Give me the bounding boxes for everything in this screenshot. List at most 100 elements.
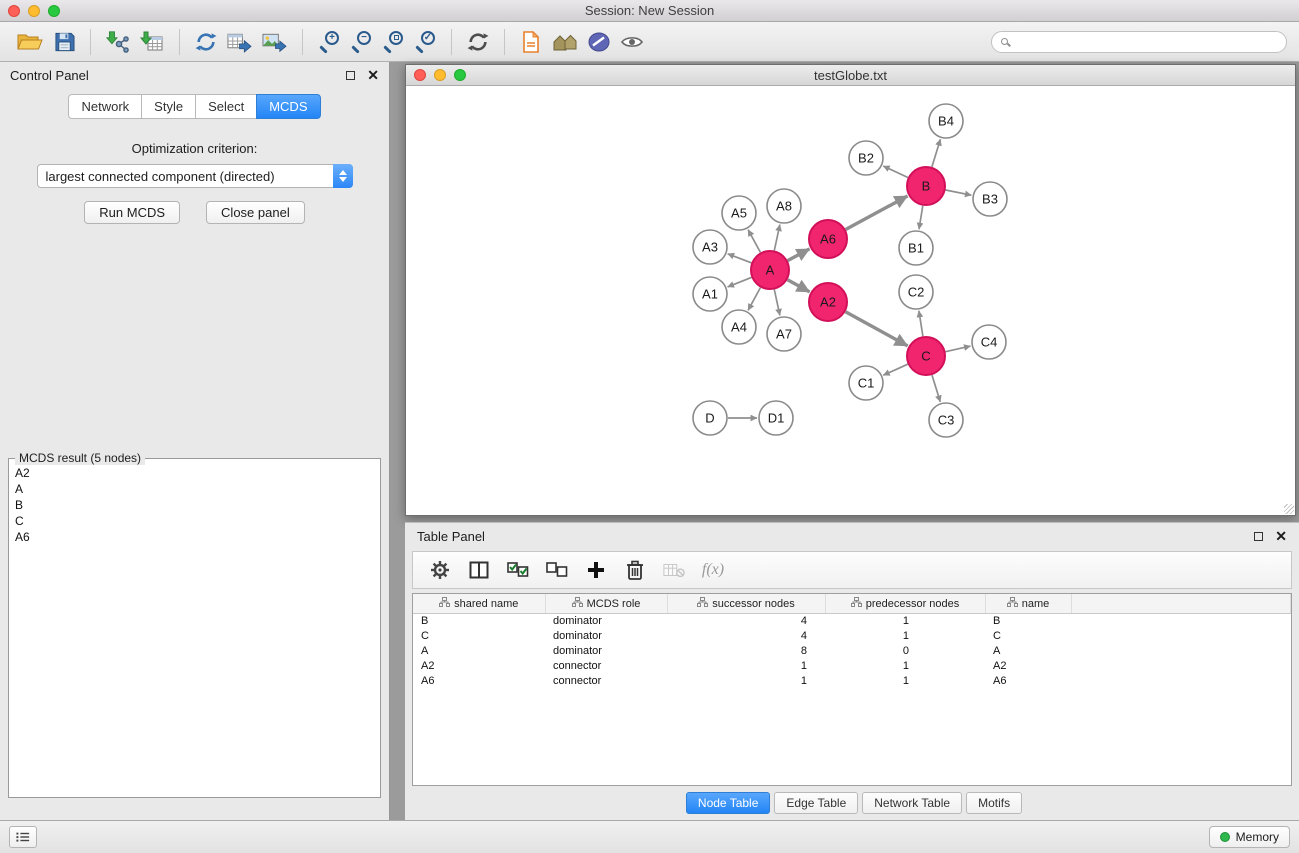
- network-node-B4[interactable]: B4: [929, 104, 963, 138]
- network-node-A5[interactable]: A5: [722, 196, 756, 230]
- network-edge-B-B3[interactable]: [946, 190, 972, 195]
- network-edge-A-A4[interactable]: [748, 288, 760, 311]
- network-edge-C-C1[interactable]: [883, 364, 908, 375]
- tab-style[interactable]: Style: [141, 94, 196, 119]
- table-cell[interactable]: dominator: [545, 614, 667, 629]
- network-node-D1[interactable]: D1: [759, 401, 793, 435]
- close-panel-icon[interactable]: ✕: [367, 68, 379, 82]
- table-cell[interactable]: B: [413, 614, 545, 629]
- mcds-result-item[interactable]: C: [15, 513, 374, 529]
- tab-motifs[interactable]: Motifs: [966, 792, 1022, 814]
- table-cell[interactable]: B: [985, 614, 1071, 629]
- network-edge-B-B2[interactable]: [883, 166, 908, 178]
- import-table-button[interactable]: [135, 26, 169, 58]
- network-node-C1[interactable]: C1: [849, 366, 883, 400]
- table-cell[interactable]: A: [413, 644, 545, 659]
- open-session-button[interactable]: [12, 26, 48, 58]
- table-cell[interactable]: 4: [667, 629, 825, 644]
- network-node-C4[interactable]: C4: [972, 325, 1006, 359]
- network-node-B3[interactable]: B3: [973, 182, 1007, 216]
- table-row[interactable]: Cdominator41C: [413, 629, 1291, 644]
- criterion-dropdown[interactable]: largest connected component (directed): [37, 164, 353, 188]
- table-cell[interactable]: 1: [825, 659, 985, 674]
- network-edge-A-A6[interactable]: [788, 249, 810, 261]
- zoom-fit-button[interactable]: [377, 26, 409, 58]
- network-edge-A-A1[interactable]: [728, 277, 752, 287]
- export-network-button[interactable]: [190, 26, 222, 58]
- table-cell[interactable]: dominator: [545, 644, 667, 659]
- table-cell[interactable]: dominator: [545, 629, 667, 644]
- close-mcds-panel-button[interactable]: Close panel: [206, 201, 305, 224]
- open-recent-document-button[interactable]: [515, 26, 547, 58]
- network-edge-C-C4[interactable]: [946, 346, 971, 352]
- mcds-result-item[interactable]: A2: [15, 465, 374, 481]
- table-cell[interactable]: connector: [545, 674, 667, 689]
- table-cell[interactable]: 1: [667, 674, 825, 689]
- select-all-button[interactable]: [501, 555, 535, 585]
- column-header-name[interactable]: name: [985, 594, 1071, 614]
- run-mcds-button[interactable]: Run MCDS: [84, 201, 180, 224]
- delete-table-button[interactable]: [657, 555, 691, 585]
- tab-network[interactable]: Network: [68, 94, 142, 119]
- network-edge-C-C2[interactable]: [919, 311, 923, 336]
- table-cell[interactable]: 0: [825, 644, 985, 659]
- network-node-B[interactable]: B: [907, 167, 945, 205]
- zoom-network-window-button[interactable]: [454, 69, 466, 81]
- function-builder-button[interactable]: f(x): [696, 555, 730, 585]
- tab-edge-table[interactable]: Edge Table: [774, 792, 858, 814]
- show-columns-button[interactable]: [462, 555, 496, 585]
- tab-network-table[interactable]: Network Table: [862, 792, 962, 814]
- network-node-D[interactable]: D: [693, 401, 727, 435]
- table-cell[interactable]: 1: [825, 674, 985, 689]
- network-node-A6[interactable]: A6: [809, 220, 847, 258]
- float-table-panel-icon[interactable]: [1254, 532, 1263, 541]
- search-box[interactable]: [991, 31, 1287, 53]
- table-cell[interactable]: A6: [413, 674, 545, 689]
- table-cell[interactable]: 1: [825, 614, 985, 629]
- table-cell[interactable]: C: [985, 629, 1071, 644]
- table-cell[interactable]: 8: [667, 644, 825, 659]
- zoom-selected-button[interactable]: ✓: [409, 26, 441, 58]
- float-panel-icon[interactable]: [346, 71, 355, 80]
- close-network-window-button[interactable]: [414, 69, 426, 81]
- export-image-button[interactable]: [257, 26, 292, 58]
- network-node-C2[interactable]: C2: [899, 275, 933, 309]
- column-header-shared-name[interactable]: shared name: [413, 594, 545, 614]
- network-edge-A-A3[interactable]: [728, 254, 752, 263]
- network-edge-A-A5[interactable]: [748, 230, 760, 253]
- network-edge-B-B1[interactable]: [919, 206, 923, 230]
- minimize-window-button[interactable]: [28, 5, 40, 17]
- minimize-network-window-button[interactable]: [434, 69, 446, 81]
- mcds-result-item[interactable]: A6: [15, 529, 374, 545]
- network-node-A2[interactable]: A2: [809, 283, 847, 321]
- table-row[interactable]: Bdominator41B: [413, 614, 1291, 629]
- table-cell[interactable]: connector: [545, 659, 667, 674]
- save-session-button[interactable]: [48, 26, 80, 58]
- network-edge-B-B4[interactable]: [932, 139, 941, 167]
- memory-button[interactable]: Memory: [1209, 826, 1290, 848]
- visual-style-button[interactable]: [583, 26, 615, 58]
- network-canvas[interactable]: B4B2BB3A8A5A6A3B1AC2A1A2A4A7C4CC1C3DD1: [406, 86, 1295, 515]
- network-node-A1[interactable]: A1: [693, 277, 727, 311]
- network-node-A8[interactable]: A8: [767, 189, 801, 223]
- mcds-result-item[interactable]: B: [15, 497, 374, 513]
- network-edge-A-A7[interactable]: [774, 290, 780, 316]
- network-edge-A2-C[interactable]: [846, 312, 908, 346]
- close-table-panel-icon[interactable]: ✕: [1275, 529, 1287, 543]
- network-node-C[interactable]: C: [907, 337, 945, 375]
- network-node-A7[interactable]: A7: [767, 317, 801, 351]
- table-mode-button[interactable]: [423, 555, 457, 585]
- table-row[interactable]: A6connector11A6: [413, 674, 1291, 689]
- search-input[interactable]: [1014, 34, 1277, 50]
- network-edge-A-A2[interactable]: [788, 280, 810, 292]
- delete-column-button[interactable]: [618, 555, 652, 585]
- import-network-button[interactable]: [101, 26, 135, 58]
- network-graph[interactable]: B4B2BB3A8A5A6A3B1AC2A1A2A4A7C4CC1C3DD1: [406, 86, 1295, 515]
- table-cell[interactable]: A2: [985, 659, 1071, 674]
- zoom-out-button[interactable]: −: [345, 26, 377, 58]
- deselect-all-button[interactable]: [540, 555, 574, 585]
- tab-node-table[interactable]: Node Table: [686, 792, 771, 814]
- column-header-mcds-role[interactable]: MCDS role: [545, 594, 667, 614]
- refresh-view-button[interactable]: [462, 26, 494, 58]
- table-cell[interactable]: A2: [413, 659, 545, 674]
